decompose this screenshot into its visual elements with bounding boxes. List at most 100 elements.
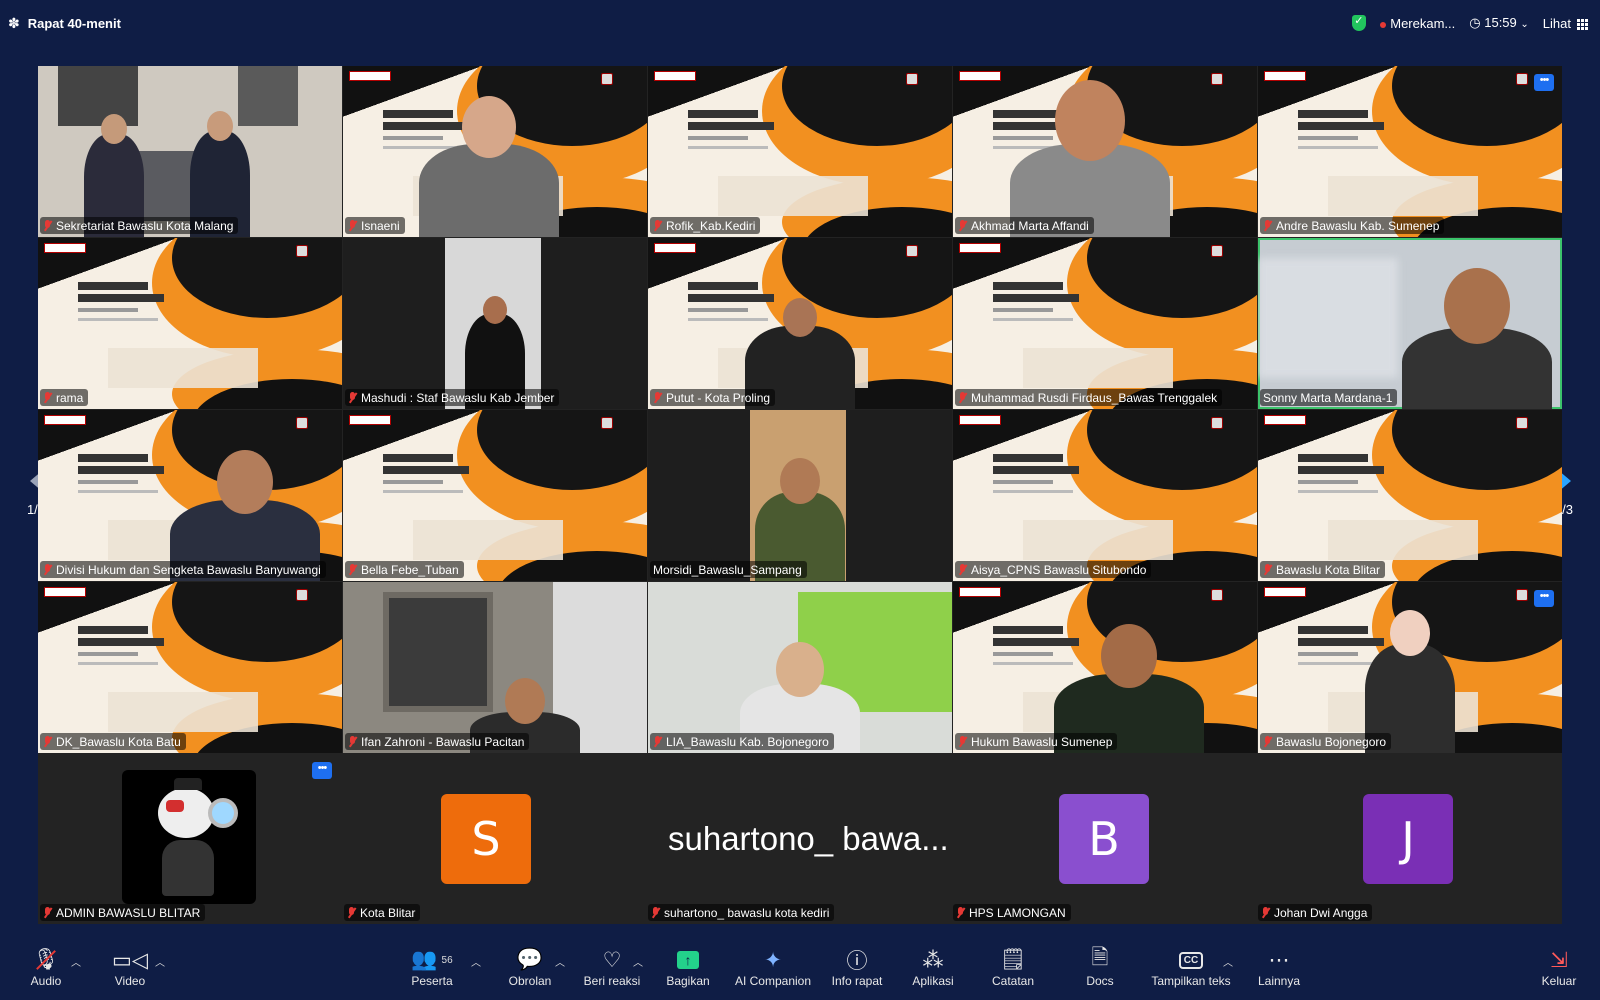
mic-muted-icon: [958, 736, 967, 747]
apps-button[interactable]: ⁂ Aplikasi: [910, 938, 956, 1000]
participant-name: Bella Febe_Tuban: [361, 562, 459, 577]
participant-video-person: [38, 410, 342, 581]
participant-name-tag: Bawaslu Kota Blitar: [1260, 561, 1386, 578]
participants-icon: 👥 56: [411, 948, 453, 971]
participant-name-tag: Morsidi_Bawaslu_Sampang: [650, 561, 807, 578]
participant-tile[interactable]: Sekretariat Bawaslu Kota Malang: [38, 66, 342, 237]
view-button[interactable]: Lihat: [1543, 16, 1588, 31]
participant-tile[interactable]: LIA_Bawaslu Kab. Bojonegoro: [648, 582, 952, 753]
audio-options-caret[interactable]: ︿: [71, 954, 81, 969]
more-options-button[interactable]: •••: [1534, 590, 1554, 607]
leave-button[interactable]: ⇲ Keluar: [1538, 938, 1580, 1000]
participant-tile[interactable]: ••• Bawaslu Bojonegoro: [1258, 582, 1562, 753]
more-options-button[interactable]: •••: [1534, 74, 1554, 91]
chat-bubble-icon: 💬: [516, 948, 544, 971]
video-options-caret[interactable]: ︿: [155, 954, 165, 969]
participant-tile[interactable]: Muhammad Rusdi Firdaus_Bawas Trenggalek: [953, 238, 1257, 409]
shared-slide-background: [648, 66, 952, 237]
info-icon: ⓘ: [846, 950, 868, 973]
share-button[interactable]: ↑ Bagikan: [664, 938, 712, 1000]
participant-tile[interactable]: DK_Bawaslu Kota Batu: [38, 582, 342, 753]
participant-video-person: [648, 238, 952, 409]
encryption-shield-icon[interactable]: [1352, 14, 1367, 31]
participant-tile[interactable]: Divisi Hukum dan Sengketa Bawaslu Banyuw…: [38, 410, 342, 581]
participant-name: DK_Bawaslu Kota Batu: [56, 734, 181, 749]
notes-button[interactable]: 🗒 Catatan: [990, 938, 1036, 1000]
participant-name-tag: Muhammad Rusdi Firdaus_Bawas Trenggalek: [955, 389, 1223, 406]
participant-video-person: [953, 66, 1257, 237]
docs-button[interactable]: 🗎 Docs: [1082, 938, 1118, 1000]
participant-tile[interactable]: Mashudi : Staf Bawaslu Kab Jember: [343, 238, 647, 409]
video-button[interactable]: ▭◁ Video: [110, 938, 150, 1000]
participant-video-person: [343, 238, 647, 409]
shared-slide-background: [953, 410, 1257, 581]
mic-muted-icon: [956, 907, 965, 918]
mic-muted-icon: [653, 220, 662, 231]
mic-muted-icon: [348, 736, 357, 747]
participants-button[interactable]: 👥 56 Peserta: [406, 938, 458, 1000]
recording-indicator[interactable]: Merekam...: [1380, 16, 1455, 31]
mic-muted-icon: [348, 564, 357, 575]
chat-options-caret[interactable]: ︿: [555, 954, 565, 969]
mic-muted-icon: [653, 392, 662, 403]
clock-icon: ◷: [1469, 15, 1481, 30]
chat-button[interactable]: 💬 Obrolan: [506, 938, 554, 1000]
mic-muted-icon: [348, 220, 357, 231]
participant-name: Aisya_CPNS Bawaslu Situbondo: [971, 562, 1147, 577]
document-icon: 🗎: [1091, 945, 1109, 969]
participant-name: Mashudi : Staf Bawaslu Kab Jember: [361, 390, 555, 405]
participant-name: Rofik_Kab.Kediri: [666, 218, 756, 233]
participant-tile[interactable]: Sonny Marta Mardana-1: [1258, 238, 1562, 409]
react-options-caret[interactable]: ︿: [633, 954, 643, 969]
participant-tile[interactable]: Bawaslu Kota Blitar: [1258, 410, 1562, 581]
top-bar: ✽ Rapat 40-menit Merekam... ◷ 15:59 ⌄ Li…: [0, 0, 1600, 46]
more-button[interactable]: ⋯ Lainnya: [1256, 938, 1302, 1000]
notes-icon: 🗒: [999, 948, 1027, 971]
no-video-row: ••• ADMIN BAWASLU BLITAR S Kota Blitar s…: [38, 754, 1562, 924]
shared-slide-background: [38, 238, 342, 409]
mic-muted-icon: [958, 220, 967, 231]
heart-icon: ♡: [602, 948, 622, 972]
react-button[interactable]: ♡ Beri reaksi: [581, 938, 643, 1000]
more-dots-icon: ⋯: [1268, 948, 1290, 972]
ai-companion-button[interactable]: ✦ AI Companion: [733, 938, 813, 1000]
participant-tile[interactable]: rama: [38, 238, 342, 409]
participant-tile[interactable]: Akhmad Marta Affandi: [953, 66, 1257, 237]
apps-icon: ⁂: [922, 948, 944, 972]
admin-avatar: [122, 770, 256, 904]
participant-tile[interactable]: Aisya_CPNS Bawaslu Situbondo: [953, 410, 1257, 581]
participant-tile[interactable]: Hukum Bawaslu Sumenep: [953, 582, 1257, 753]
participant-name-tag: Sekretariat Bawaslu Kota Malang: [40, 217, 239, 234]
meeting-info-button[interactable]: ⓘ Info rapat: [828, 938, 886, 1000]
closed-captions-icon: CC: [1178, 946, 1204, 974]
participant-name: Divisi Hukum dan Sengketa Bawaslu Banyuw…: [56, 562, 321, 577]
participant-tile[interactable]: Morsidi_Bawaslu_Sampang: [648, 410, 952, 581]
meeting-timer[interactable]: ◷ 15:59 ⌄: [1469, 15, 1529, 31]
participant-tile[interactable]: Putut - Kota Proling: [648, 238, 952, 409]
participant-tile[interactable]: ••• Andre Bawaslu Kab. Sumenep: [1258, 66, 1562, 237]
participant-name-tag: Hukum Bawaslu Sumenep: [955, 733, 1118, 750]
participant-name: Sonny Marta Mardana-1: [1263, 390, 1393, 405]
participant-name-tag: Mashudi : Staf Bawaslu Kab Jember: [345, 389, 560, 406]
participant-tile[interactable]: Bella Febe_Tuban: [343, 410, 647, 581]
camera-badge-icon: [1211, 245, 1223, 257]
participant-name-tag: ADMIN BAWASLU BLITAR: [40, 904, 206, 921]
audio-button[interactable]: 🎙 Audio: [26, 938, 66, 1000]
participants-options-caret[interactable]: ︿: [471, 954, 481, 969]
video-gallery: ••• ADMIN BAWASLU BLITAR S Kota Blitar s…: [38, 66, 1562, 924]
mic-muted-icon: 🎙: [33, 946, 60, 974]
participant-name: Morsidi_Bawaslu_Sampang: [653, 562, 802, 577]
chevron-down-icon: ⌄: [1520, 19, 1529, 30]
mic-muted-icon: [1261, 907, 1270, 918]
participant-tile[interactable]: Rofik_Kab.Kediri: [648, 66, 952, 237]
participant-tile[interactable]: Isnaeni: [343, 66, 647, 237]
mic-muted-icon: [653, 736, 662, 747]
more-options-button[interactable]: •••: [312, 762, 332, 779]
participant-name: Putut - Kota Proling: [666, 390, 771, 405]
captions-button[interactable]: CC Tampilkan teks: [1148, 938, 1234, 1000]
participant-name: Isnaeni: [361, 218, 400, 233]
captions-options-caret[interactable]: ︿: [1223, 954, 1233, 969]
participant-tile[interactable]: Ifan Zahroni - Bawaslu Pacitan: [343, 582, 647, 753]
participant-name-tag: Bella Febe_Tuban: [345, 561, 464, 578]
camera-badge-icon: [296, 245, 308, 257]
